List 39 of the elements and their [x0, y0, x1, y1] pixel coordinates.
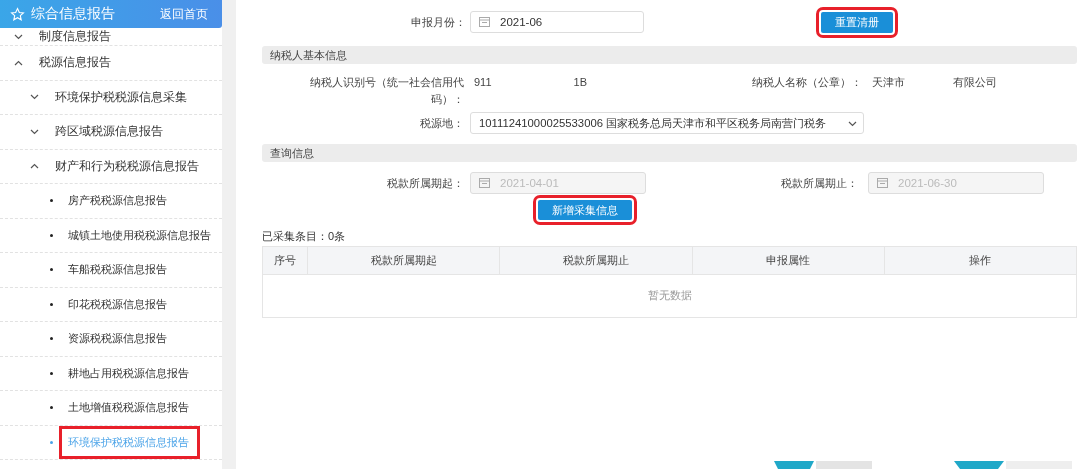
sidebar-item[interactable]: 制度信息报告: [39, 29, 111, 44]
sidebar-item[interactable]: 城镇土地使用税税源信息报告: [68, 227, 211, 243]
field-label: 纳税人识别号（统一社会信用代码）：: [309, 75, 465, 107]
collected-count: 已采集条目：0条: [262, 230, 346, 242]
field-label: 税源地：: [419, 115, 465, 131]
field-label: 纳税人名称（公章）：: [751, 75, 863, 90]
sidebar-item[interactable]: 跨区域税源信息报告: [55, 124, 163, 140]
sidebar-item[interactable]: 土地增值税税源信息报告: [68, 400, 189, 416]
star-icon: [10, 6, 25, 22]
field-value: 天津市: [872, 75, 905, 90]
sidebar-item[interactable]: 税源信息报告: [39, 55, 111, 71]
sidebar-item[interactable]: 车船税税源信息报告: [68, 262, 167, 278]
empty-message: 暂无数据: [647, 289, 692, 301]
field-label: 税款所属期起：: [386, 175, 465, 191]
field-value: 911: [474, 75, 492, 90]
section-header: 查询信息: [262, 144, 1077, 162]
sidebar-item[interactable]: 印花税税源信息报告: [68, 296, 167, 312]
section-header: 纳税人基本信息: [262, 46, 1077, 64]
sidebar-item[interactable]: 耕地占用税税源信息报告: [68, 365, 189, 381]
calendar-icon: [479, 178, 490, 188]
chevron-down-icon: [848, 121, 857, 127]
calendar-icon: [877, 178, 888, 188]
column-header: 税款所属期止: [499, 246, 692, 275]
field-label: 申报月份：: [411, 14, 466, 30]
field-label: 税款所属期止：: [780, 175, 859, 191]
column-header: 税款所属期起: [307, 246, 500, 275]
field-value: 1B: [573, 75, 587, 90]
sidebar-item[interactable]: 房产税税源信息报告: [68, 193, 167, 209]
calendar-icon: [479, 17, 490, 27]
column-header: 操作: [884, 246, 1077, 275]
sidebar-item[interactable]: 财产和行为税税源信息报告: [55, 158, 199, 174]
sidebar-item[interactable]: 环境保护税税源信息采集: [55, 89, 187, 105]
column-header: 申报属性: [692, 246, 885, 275]
date-field[interactable]: 2021-06: [470, 11, 644, 33]
sidebar-title: 综合信息报告: [31, 5, 115, 23]
sidebar-item[interactable]: 资源税税源信息报告: [68, 331, 167, 347]
column-header: 序号: [262, 246, 308, 275]
field-value: 有限公司: [953, 75, 997, 90]
tax-source-dropdown[interactable]: 10111241000025533006 国家税务总局天津市和平区税务局南营门税务: [470, 112, 864, 134]
